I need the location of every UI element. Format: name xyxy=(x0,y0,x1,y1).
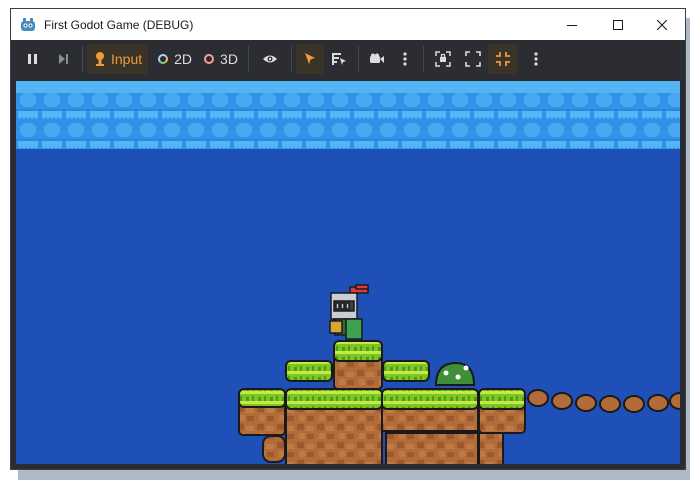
kebab-menu-icon xyxy=(534,52,538,66)
tab-2d-label: 2D xyxy=(174,51,193,67)
list-select-icon xyxy=(331,53,346,65)
frame-selection-icon xyxy=(435,51,451,67)
view-options-menu[interactable] xyxy=(522,44,550,74)
next-frame-icon xyxy=(59,54,68,64)
minimize-icon xyxy=(567,24,577,26)
toolbar-separator xyxy=(290,46,292,72)
toolbar-separator xyxy=(247,46,249,72)
cursor-arrow-icon xyxy=(304,53,315,64)
fit-view-button[interactable] xyxy=(458,44,488,74)
toolbar-separator xyxy=(357,46,359,72)
next-frame-button[interactable] xyxy=(50,44,78,74)
fullscreen-icon xyxy=(495,52,510,66)
toolbar-separator xyxy=(82,46,83,72)
minimize-button[interactable] xyxy=(549,9,595,40)
frame-selection-button[interactable] xyxy=(428,44,458,74)
select-mode-button[interactable] xyxy=(295,44,324,74)
godot-icon xyxy=(20,17,36,33)
visibility-button[interactable] xyxy=(256,44,284,74)
pause-button[interactable] xyxy=(19,44,47,74)
water-band xyxy=(16,91,680,149)
close-button[interactable] xyxy=(639,9,685,40)
toolbar-separator xyxy=(422,46,424,72)
list-select-button[interactable] xyxy=(324,44,354,74)
joystick-icon xyxy=(96,52,104,66)
tab-3d-label: 3D xyxy=(220,51,238,67)
tab-3d[interactable]: 3D xyxy=(198,44,244,74)
2d-ring-icon xyxy=(158,54,169,64)
input-toggle-button[interactable]: Input xyxy=(87,44,149,74)
kebab-menu-icon xyxy=(403,52,407,66)
game-scene xyxy=(16,81,680,464)
camera-icon xyxy=(369,53,384,63)
title-bar[interactable]: First Godot Game (DEBUG) xyxy=(11,9,685,40)
fit-view-icon xyxy=(465,51,481,67)
eye-icon xyxy=(262,55,277,63)
window-title: First Godot Game (DEBUG) xyxy=(44,17,194,32)
debug-toolbar: Input 2D 3D xyxy=(11,40,685,78)
close-icon xyxy=(657,19,667,30)
input-label: Input xyxy=(111,51,143,67)
pause-icon xyxy=(28,54,37,64)
tab-2d[interactable]: 2D xyxy=(152,44,198,74)
game-window: First Godot Game (DEBUG) Input 2D 3D xyxy=(10,8,686,470)
fullscreen-toggle-button[interactable] xyxy=(487,44,518,74)
3d-ring-icon xyxy=(204,54,215,64)
game-viewport[interactable] xyxy=(16,81,680,464)
camera-options-menu[interactable] xyxy=(391,44,419,74)
camera-override-button[interactable] xyxy=(363,44,391,74)
maximize-icon xyxy=(613,19,623,30)
maximize-button[interactable] xyxy=(595,9,641,40)
